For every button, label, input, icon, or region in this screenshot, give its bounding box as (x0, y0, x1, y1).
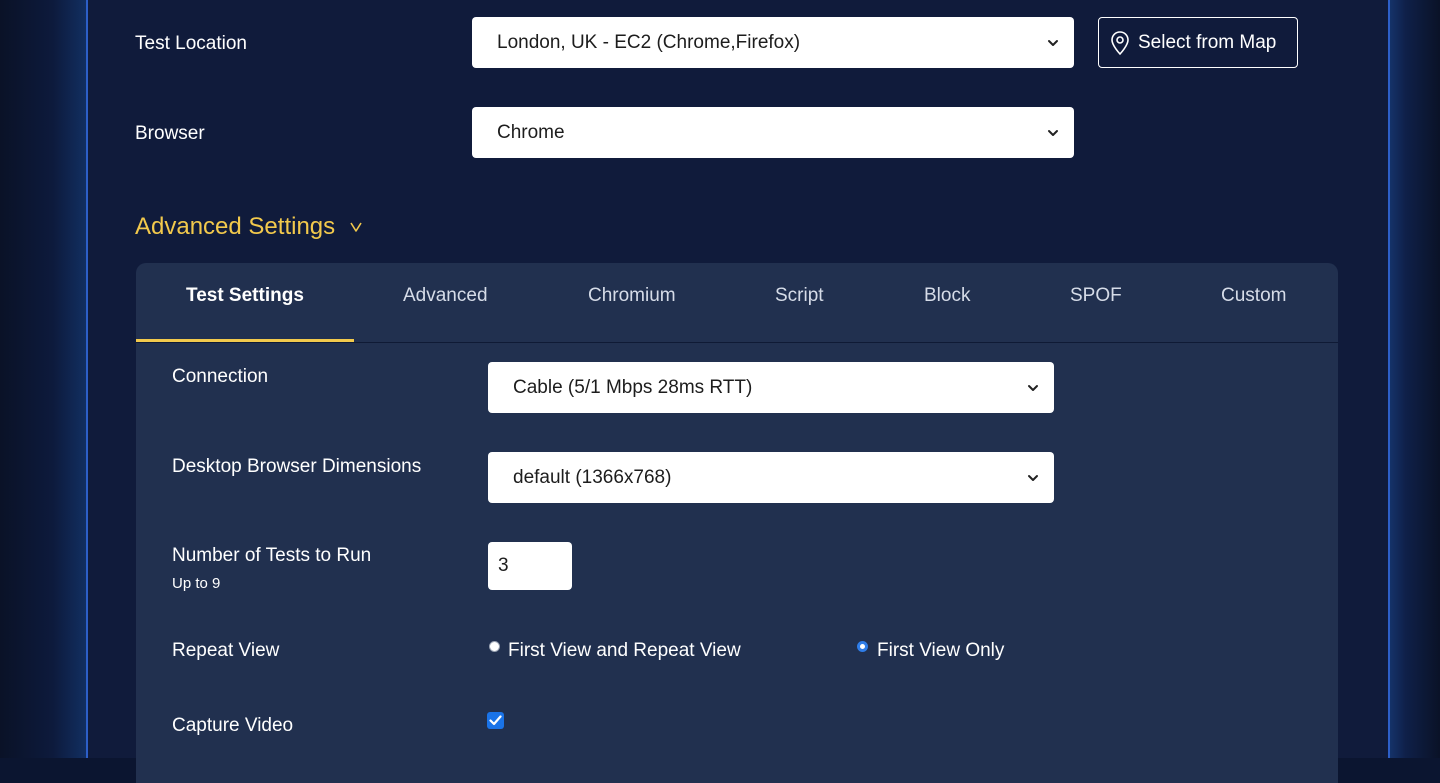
tab-block[interactable]: Block (924, 285, 970, 307)
tab-chromium[interactable]: Chromium (588, 285, 676, 307)
checkmark-icon (489, 715, 502, 726)
capture-video-label: Capture Video (172, 715, 294, 736)
radio-first-view-only-label[interactable]: First View Only (877, 640, 1004, 662)
tests-count-label: Number of Tests to Run (172, 545, 372, 566)
test-location-select[interactable]: London, UK - EC2 (Chrome,Firefox) (472, 17, 1074, 68)
radio-first-and-repeat-view-label[interactable]: First View and Repeat View (508, 640, 741, 662)
test-location-label: Test Location (135, 33, 247, 54)
repeat-view-label: Repeat View (172, 640, 280, 661)
background-left-glow (0, 0, 88, 758)
select-from-map-button[interactable]: Select from Map (1098, 17, 1298, 68)
advanced-settings-title: Advanced Settings (135, 213, 336, 240)
capture-video-checkbox[interactable] (487, 712, 504, 729)
dimensions-select[interactable]: default (1366x768) (488, 452, 1054, 503)
tab-script[interactable]: Script (775, 285, 824, 307)
browser-select[interactable]: Chrome (472, 107, 1074, 158)
tests-count-hint: Up to 9 (172, 575, 221, 592)
connection-label: Connection (172, 366, 269, 387)
tab-spof[interactable]: SPOF (1070, 285, 1122, 307)
map-pin-icon (1111, 30, 1129, 55)
chevron-down-icon (1048, 39, 1058, 46)
radio-first-and-repeat-view[interactable] (489, 641, 500, 652)
tests-count-value: 3 (498, 555, 509, 576)
tabs-divider (136, 342, 1338, 343)
select-from-map-label: Select from Map (1138, 31, 1277, 53)
radio-first-view-only[interactable] (857, 641, 868, 652)
tab-custom[interactable]: Custom (1221, 285, 1286, 307)
browser-label: Browser (135, 123, 205, 144)
dimensions-label: Desktop Browser Dimensions (172, 456, 422, 477)
test-location-value: London, UK - EC2 (Chrome,Firefox) (497, 31, 801, 53)
chevron-down-icon (1048, 129, 1058, 136)
chevron-down-icon (1028, 474, 1038, 481)
browser-value: Chrome (497, 121, 565, 143)
dimensions-value: default (1366x768) (513, 466, 672, 488)
active-tab-indicator (136, 339, 354, 342)
chevron-down-icon (1028, 384, 1038, 391)
connection-select[interactable]: Cable (5/1 Mbps 28ms RTT) (488, 362, 1054, 413)
connection-value: Cable (5/1 Mbps 28ms RTT) (513, 376, 753, 398)
chevron-down-icon (350, 222, 362, 232)
tab-advanced[interactable]: Advanced (403, 285, 488, 307)
advanced-settings-toggle[interactable]: Advanced Settings (135, 213, 363, 241)
tests-count-input[interactable]: 3 (488, 542, 572, 590)
tab-test-settings[interactable]: Test Settings (186, 285, 304, 307)
background-right-glow (1387, 0, 1440, 758)
